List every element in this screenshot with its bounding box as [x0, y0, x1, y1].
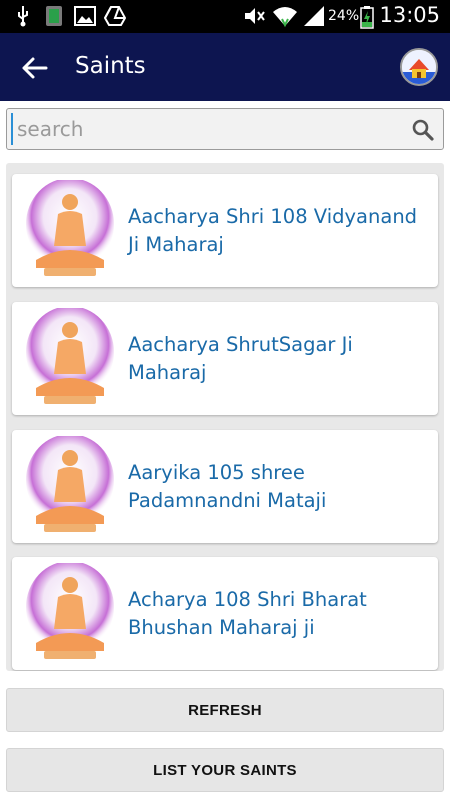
clock: 13:05	[379, 3, 440, 27]
saint-name: Aacharya ShrutSagar Ji Maharaj	[128, 332, 353, 384]
sd-card-icon	[46, 6, 62, 26]
list-item[interactable]: Aaryika 105 shree Padamnandni Mataji	[12, 430, 438, 543]
arrow-back-icon[interactable]	[18, 51, 52, 85]
page-title: Saints	[75, 53, 146, 79]
saint-image	[26, 308, 114, 404]
saint-image	[26, 436, 114, 532]
saint-image	[26, 563, 114, 659]
list-your-saints-button[interactable]: LIST YOUR SAINTS	[6, 748, 444, 792]
search-input[interactable]	[11, 113, 401, 145]
saint-image	[26, 180, 114, 276]
list-item[interactable]: Aacharya Shri 108 Vidyanand Ji Maharaj	[12, 174, 438, 287]
status-bar: 24% 13:05	[0, 0, 450, 33]
list-item[interactable]: Aacharya ShrutSagar Ji Maharaj	[12, 302, 438, 415]
signal-icon	[304, 6, 324, 26]
wifi-icon	[273, 7, 297, 28]
search-box	[6, 108, 444, 150]
saint-name: Aacharya Shri 108 Vidyanand Ji Maharaj	[128, 204, 418, 256]
home-icon	[402, 50, 436, 84]
usb-icon	[18, 6, 28, 27]
saint-name: Acharya 108 Shri Bharat Bhushan Maharaj …	[128, 587, 367, 639]
mute-icon	[245, 8, 265, 24]
home-button[interactable]	[400, 48, 438, 86]
image-icon	[74, 6, 96, 26]
battery-charging-icon	[360, 6, 374, 29]
refresh-button[interactable]: REFRESH	[6, 688, 444, 732]
search-icon[interactable]	[411, 118, 435, 142]
saint-name: Aaryika 105 shree Padamnandni Mataji	[128, 460, 327, 512]
list-item[interactable]: Acharya 108 Shri Bharat Bhushan Maharaj …	[12, 557, 438, 670]
battery-percent: 24%	[328, 8, 360, 24]
app-bar: Saints	[0, 33, 450, 101]
drive-icon	[104, 6, 126, 26]
saints-list: Aacharya Shri 108 Vidyanand Ji Maharaj A…	[6, 163, 444, 671]
